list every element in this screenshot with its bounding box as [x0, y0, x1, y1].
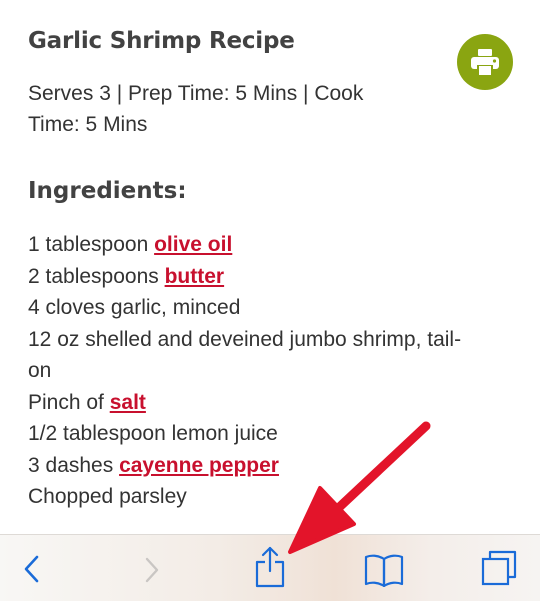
share-icon [255, 546, 285, 588]
meta-line: Serves 3 | Prep Time: 5 Mins | Cook [28, 82, 364, 105]
ingredient-link-cayenne-pepper[interactable]: cayenne pepper [119, 454, 279, 477]
ingredient-item: Chopped parsley [28, 481, 518, 513]
ingredient-item: on [28, 355, 518, 387]
share-button[interactable] [240, 535, 300, 601]
bookmarks-button[interactable] [354, 535, 414, 601]
ingredient-item: 2 tablespoons butter [28, 261, 518, 293]
chevron-left-icon [24, 555, 39, 583]
meta-line: Time: 5 Mins [28, 113, 148, 136]
ingredient-text: 12 oz shelled and deveined jumbo shrimp,… [28, 327, 462, 351]
ingredient-text: 3 dashes [28, 453, 120, 477]
ingredient-text: 1/2 tablespoon lemon juice [28, 422, 278, 445]
browser-toolbar [0, 534, 540, 601]
book-icon [364, 554, 404, 587]
recipe-title: Garlic Shrimp Recipe [28, 28, 295, 54]
ingredient-text: 1 tablespoon [28, 233, 155, 256]
back-button[interactable] [2, 535, 62, 601]
ingredient-item: 1 tablespoon olive oil [28, 229, 518, 261]
ingredient-text: 4 cloves garlic, minced [28, 296, 241, 319]
ingredient-text: 2 tablespoons [28, 264, 165, 288]
ingredient-item: Pinch of salt [28, 387, 518, 419]
ingredient-list: 1 tablespoon olive oil 2 tablespoons but… [28, 229, 518, 513]
ingredient-link-olive-oil[interactable]: olive oil [154, 233, 232, 256]
print-button[interactable] [457, 34, 513, 90]
tabs-button[interactable] [468, 535, 528, 601]
ingredient-text: on [28, 359, 52, 382]
ingredient-text: Pinch of [28, 390, 110, 414]
printer-icon [471, 49, 499, 75]
ingredient-item: 1/2 tablespoon lemon juice [28, 418, 518, 450]
tabs-icon [481, 550, 517, 586]
ingredient-item: 12 oz shelled and deveined jumbo shrimp,… [28, 324, 518, 356]
recipe-meta: Serves 3 | Prep Time: 5 Mins | Cook Time… [28, 78, 428, 140]
ingredient-link-butter[interactable]: butter [165, 265, 225, 288]
chevron-right-icon [145, 557, 159, 583]
forward-button[interactable] [123, 535, 183, 601]
ingredient-item: 3 dashes cayenne pepper [28, 450, 518, 482]
ingredients-heading: Ingredients: [28, 178, 187, 204]
ingredient-link-salt[interactable]: salt [110, 391, 146, 414]
ingredient-text: Chopped parsley [28, 485, 187, 508]
ingredient-item: 4 cloves garlic, minced [28, 292, 518, 324]
